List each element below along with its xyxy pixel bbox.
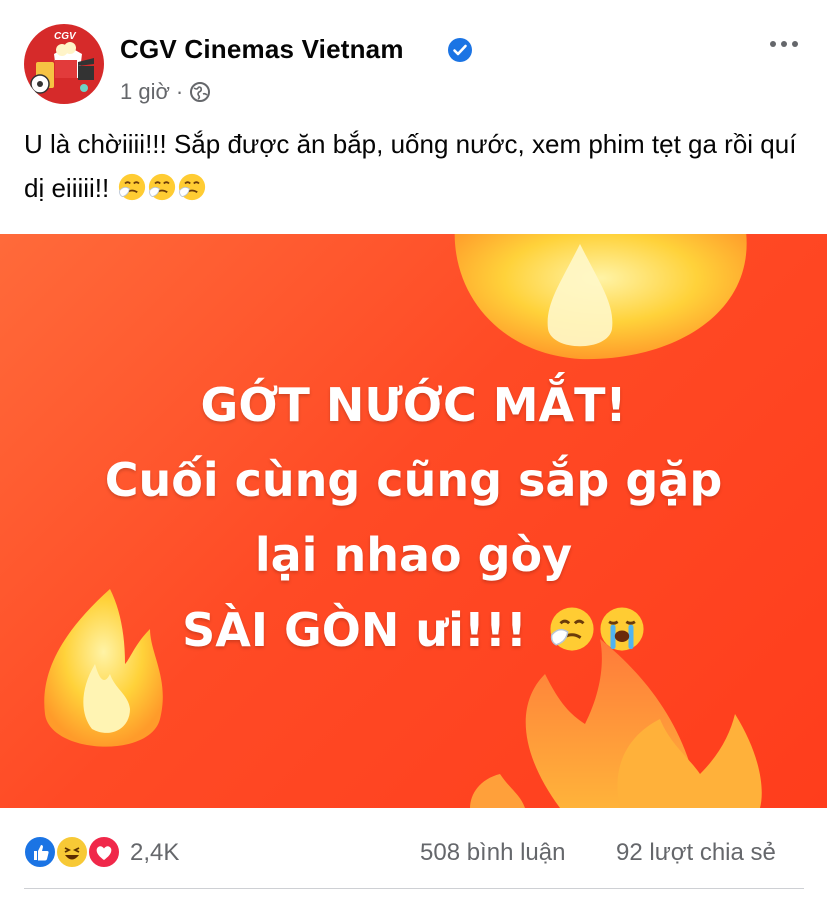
sneezing-face-emoji: [148, 173, 176, 201]
image-line-4-wrap: SÀI GÒN ưi!!!: [0, 593, 827, 668]
loudly-crying-face-emoji: [599, 606, 645, 652]
reactions-bar: 2,4K 508 bình luận 92 lượt chia sẻ: [0, 820, 827, 880]
like-icon[interactable]: [23, 835, 57, 869]
meta-separator: ·: [175, 79, 184, 104]
image-text: GỚT NƯỚC MẮT! Cuối cùng cũng sắp gặp lại…: [0, 368, 827, 668]
post-image[interactable]: GỚT NƯỚC MẮT! Cuối cùng cũng sắp gặp lại…: [0, 234, 827, 808]
post-time[interactable]: 1 giờ: [120, 79, 170, 105]
post-meta: 1 giờ ·: [120, 79, 211, 105]
post-caption: U là chờiiii!!! Sắp được ăn bắp, uống nư…: [24, 122, 804, 210]
avatar-illustration: [30, 42, 94, 94]
comments-count[interactable]: 508 bình luận: [420, 839, 565, 867]
image-line-3: lại nhao gòy: [254, 528, 573, 582]
image-line-2: Cuối cùng cũng sắp gặp: [104, 453, 723, 507]
divider: [24, 888, 804, 889]
sneezing-face-emoji: [178, 173, 206, 201]
shares-count[interactable]: 92 lượt chia sẻ: [616, 839, 776, 867]
sneezing-face-emoji: [118, 173, 146, 201]
image-line-1: GỚT NƯỚC MẮT!: [200, 378, 627, 432]
love-icon[interactable]: [87, 835, 121, 869]
page-avatar[interactable]: CGV: [24, 24, 104, 104]
globe-icon[interactable]: [189, 81, 211, 103]
more-options-icon[interactable]: [770, 36, 808, 52]
reaction-count[interactable]: 2,4K: [130, 839, 179, 867]
haha-icon[interactable]: [55, 835, 89, 869]
page-name[interactable]: CGV Cinemas Vietnam: [120, 34, 404, 65]
sneezing-face-emoji: [549, 606, 595, 652]
verified-badge-icon: [448, 38, 472, 62]
image-line-4: SÀI GÒN ưi!!!: [182, 603, 527, 657]
post-header: CGV CGV Cinemas Vietnam 1 giờ ·: [0, 0, 827, 120]
